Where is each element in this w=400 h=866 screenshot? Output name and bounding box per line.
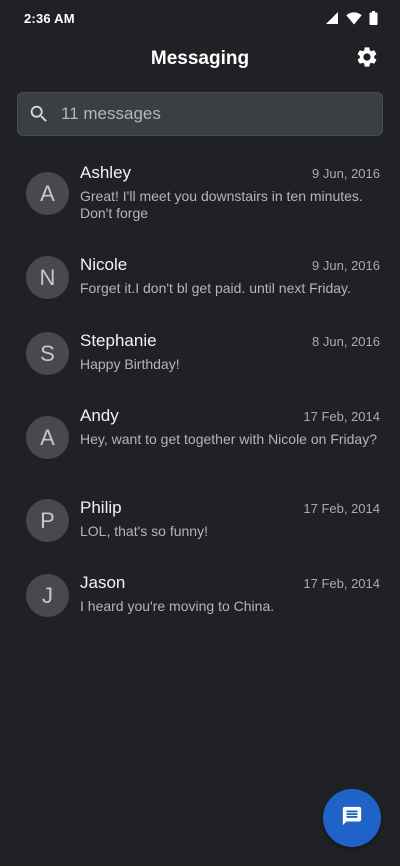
- new-message-button[interactable]: [323, 789, 381, 847]
- message-snippet: LOL, that's so funny!: [80, 523, 208, 539]
- avatar: N: [26, 256, 69, 299]
- message-snippet: Hey, want to get together with Nicole on…: [80, 431, 378, 447]
- status-bar: 2:36 AM: [0, 0, 400, 36]
- message-snippet: Forget it.I don't bl get paid. until nex…: [80, 280, 351, 296]
- battery-icon: [369, 11, 378, 25]
- avatar: J: [26, 574, 69, 617]
- wifi-icon: [346, 11, 362, 25]
- message-snippet: I heard you're moving to China.: [80, 598, 275, 614]
- conversation-item[interactable]: J Jason 17 Feb, 2014 I heard you're movi…: [0, 573, 400, 617]
- avatar: A: [26, 416, 69, 459]
- status-time: 2:36 AM: [24, 10, 75, 26]
- gear-icon: [355, 45, 379, 74]
- new-message-icon: [341, 805, 363, 832]
- app-header: Messaging: [0, 36, 400, 86]
- message-date: 17 Feb, 2014: [303, 409, 380, 424]
- message-snippet: Great! I'll meet you downstairs in ten m…: [80, 188, 363, 221]
- avatar: A: [26, 172, 69, 215]
- message-date: 17 Feb, 2014: [303, 501, 380, 516]
- conversation-item[interactable]: P Philip 17 Feb, 2014 LOL, that's so fun…: [0, 498, 400, 542]
- conversation-item[interactable]: N Nicole 9 Jun, 2016 Forget it.I don't b…: [0, 255, 400, 299]
- message-date: 9 Jun, 2016: [312, 166, 380, 181]
- avatar: S: [26, 332, 69, 375]
- avatar: P: [26, 499, 69, 542]
- status-icons: [325, 11, 378, 25]
- conversation-item[interactable]: A Andy 17 Feb, 2014 Hey, want to get tog…: [0, 406, 400, 468]
- contact-name: Nicole: [80, 255, 128, 274]
- contact-name: Stephanie: [80, 331, 157, 350]
- contact-name: Jason: [80, 573, 126, 592]
- message-date: 9 Jun, 2016: [312, 258, 380, 273]
- message-date: 8 Jun, 2016: [312, 334, 380, 349]
- page-title: Messaging: [150, 48, 250, 69]
- message-snippet: Happy Birthday!: [80, 356, 180, 372]
- contact-name: Andy: [80, 406, 119, 425]
- settings-button[interactable]: [354, 46, 380, 72]
- conversation-item[interactable]: S Stephanie 8 Jun, 2016 Happy Birthday!: [0, 331, 400, 375]
- search-input[interactable]: [61, 104, 382, 124]
- signal-icon: [325, 11, 339, 25]
- contact-name: Philip: [80, 498, 122, 517]
- contact-name: Ashley: [80, 163, 132, 182]
- search-bar[interactable]: [17, 92, 383, 136]
- conversation-item[interactable]: A Ashley 9 Jun, 2016 Great! I'll meet yo…: [0, 163, 400, 225]
- message-date: 17 Feb, 2014: [303, 576, 380, 591]
- search-icon: [28, 103, 50, 125]
